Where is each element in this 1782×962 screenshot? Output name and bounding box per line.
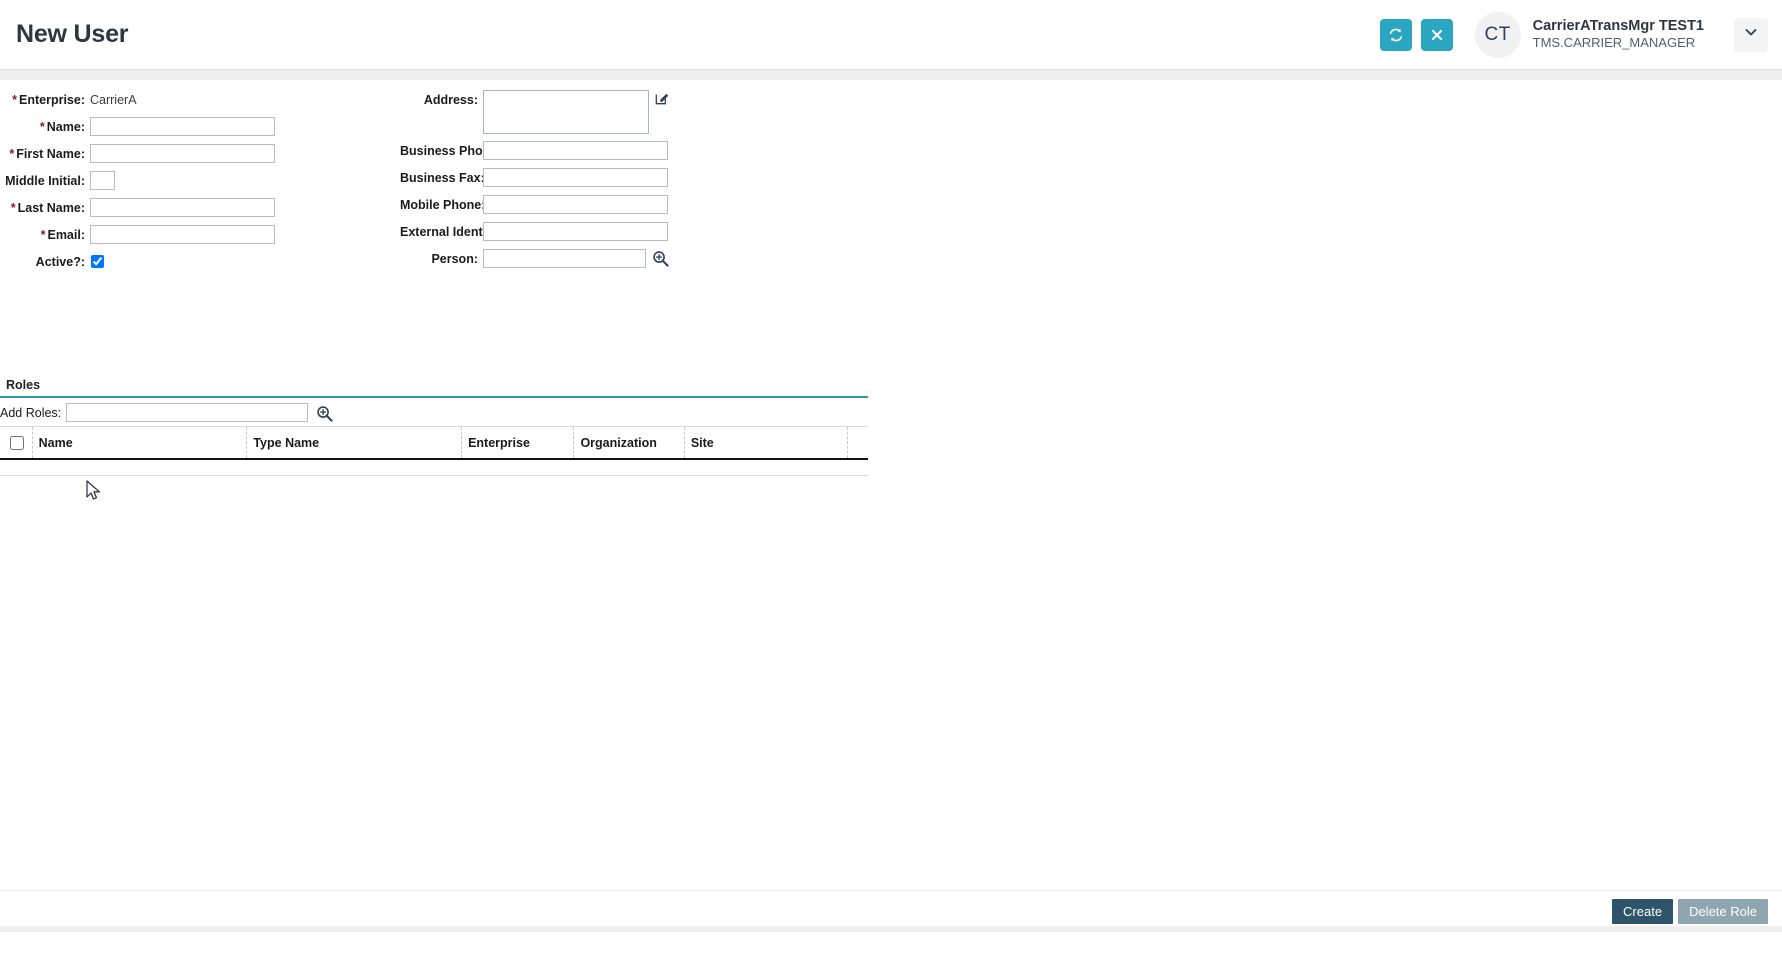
roles-section-title: Roles: [0, 378, 868, 398]
add-roles-label: Add Roles:: [0, 405, 62, 420]
field-last-name: * Last Name:: [0, 198, 275, 218]
roles-table: Name Type Name Enterprise Organization S…: [0, 426, 868, 476]
user-info: CarrierATransMgr TEST1 TMS.CARRIER_MANAG…: [1533, 17, 1704, 51]
table-cell: [461, 459, 574, 476]
select-all-checkbox[interactable]: [10, 436, 24, 450]
last-name-input[interactable]: [90, 198, 275, 217]
field-business-fax: Business Fax:: [400, 168, 669, 188]
email-input[interactable]: [90, 225, 275, 244]
main-content: * Enterprise: CarrierA * Name: * First Name…: [0, 80, 1782, 932]
table-cell: [684, 459, 848, 476]
column-header-name[interactable]: Name: [32, 426, 248, 460]
search-zoom-icon[interactable]: [652, 250, 669, 267]
address-label: Address:: [423, 93, 478, 107]
field-mobile-phone: Mobile Phone:: [400, 195, 669, 215]
field-business-phone: Business Phone:: [400, 141, 669, 161]
required-marker: *: [40, 228, 46, 242]
active-checkbox[interactable]: [91, 255, 104, 268]
table-cell: [246, 459, 462, 476]
field-external-identity: External Identity:: [400, 222, 669, 242]
field-first-name: * First Name:: [0, 144, 275, 164]
field-active: Active?:: [0, 252, 275, 272]
app-header: New User CT CarrierATransMgr TEST1 TMS.C…: [0, 0, 1782, 70]
roles-table-body: [0, 459, 868, 476]
roles-panel: Roles Add Roles: Name Type Name Enterpri…: [0, 378, 868, 476]
edit-icon[interactable]: [655, 91, 669, 105]
header-divider-strip: [0, 70, 1782, 80]
page-bottom-strip: [0, 926, 1782, 932]
person-input[interactable]: [483, 249, 646, 268]
first-name-label: * First Name:: [9, 147, 85, 161]
first-name-input[interactable]: [90, 144, 275, 163]
column-header-type-name[interactable]: Type Name: [246, 426, 463, 460]
business-phone-input[interactable]: [483, 141, 668, 160]
field-person: Person:: [400, 249, 669, 269]
required-marker: *: [12, 93, 17, 107]
address-textarea[interactable]: [483, 90, 649, 134]
close-button[interactable]: [1420, 18, 1453, 51]
add-roles-row: Add Roles:: [0, 398, 868, 426]
field-email: * Email:: [0, 225, 275, 245]
search-zoom-icon[interactable]: [316, 405, 333, 422]
field-middle-initial: Middle Initial:: [0, 171, 275, 191]
add-roles-input[interactable]: [66, 403, 309, 422]
email-label: * Email:: [40, 228, 85, 242]
avatar: CT: [1474, 11, 1521, 58]
roles-table-head: Name Type Name Enterprise Organization S…: [0, 426, 868, 460]
table-cell: [573, 459, 685, 476]
delete-role-button[interactable]: Delete Role: [1678, 899, 1768, 924]
column-header-organization[interactable]: Organization: [573, 426, 685, 460]
middle-initial-label: Middle Initial:: [5, 174, 85, 188]
person-label: Person:: [431, 252, 478, 266]
table-row[interactable]: [0, 459, 868, 476]
user-form: * Enterprise: CarrierA * Name: * First Name…: [0, 90, 1782, 302]
enterprise-label: * Enterprise:: [12, 93, 85, 107]
user-name: CarrierATransMgr TEST1: [1532, 18, 1704, 35]
form-column-left: * Enterprise: CarrierA * Name: * First Name…: [0, 90, 275, 279]
column-header-enterprise[interactable]: Enterprise: [461, 426, 575, 460]
external-identity-input[interactable]: [483, 222, 668, 241]
header-actions: CT CarrierATransMgr TEST1 TMS.CARRIER_MA…: [1371, 11, 1768, 58]
refresh-button[interactable]: [1379, 18, 1412, 51]
close-icon: [1430, 28, 1444, 42]
business-phone-label: Business Phone:: [400, 144, 502, 158]
business-fax-label: Business Fax:: [400, 171, 485, 185]
active-label: Active?:: [35, 255, 85, 269]
mobile-phone-input[interactable]: [483, 195, 668, 214]
column-header-spacer: [847, 426, 868, 460]
form-column-right: Address: Business Phone: Business Fax: M…: [400, 90, 669, 276]
enterprise-value: CarrierA: [90, 93, 137, 107]
required-marker: *: [10, 201, 16, 215]
table-cell: [0, 459, 33, 476]
mouse-cursor: [86, 480, 102, 507]
user-menu-button[interactable]: [1734, 17, 1768, 52]
mobile-phone-label: Mobile Phone:: [400, 198, 486, 212]
field-enterprise: * Enterprise: CarrierA: [0, 90, 275, 110]
create-button[interactable]: Create: [1612, 899, 1674, 924]
refresh-icon: [1388, 27, 1404, 43]
user-role: TMS.CARRIER_MANAGER: [1532, 35, 1696, 51]
business-fax-input[interactable]: [483, 168, 668, 187]
middle-initial-input[interactable]: [90, 171, 115, 190]
chevron-down-icon: [1743, 24, 1759, 45]
roles-table-header-row: Name Type Name Enterprise Organization S…: [0, 426, 868, 460]
required-marker: *: [39, 120, 45, 134]
column-header-site[interactable]: Site: [684, 426, 849, 460]
page-title: New User: [16, 20, 129, 48]
table-cell: [32, 459, 247, 476]
required-marker: *: [9, 147, 15, 161]
name-input[interactable]: [90, 117, 275, 136]
select-all-header: [0, 426, 33, 460]
external-identity-label: External Identity:: [400, 225, 502, 239]
field-address: Address:: [400, 90, 669, 134]
name-label: * Name:: [39, 120, 85, 134]
field-name: * Name:: [0, 117, 275, 137]
last-name-label: * Last Name:: [10, 201, 85, 215]
table-cell: [847, 459, 868, 476]
